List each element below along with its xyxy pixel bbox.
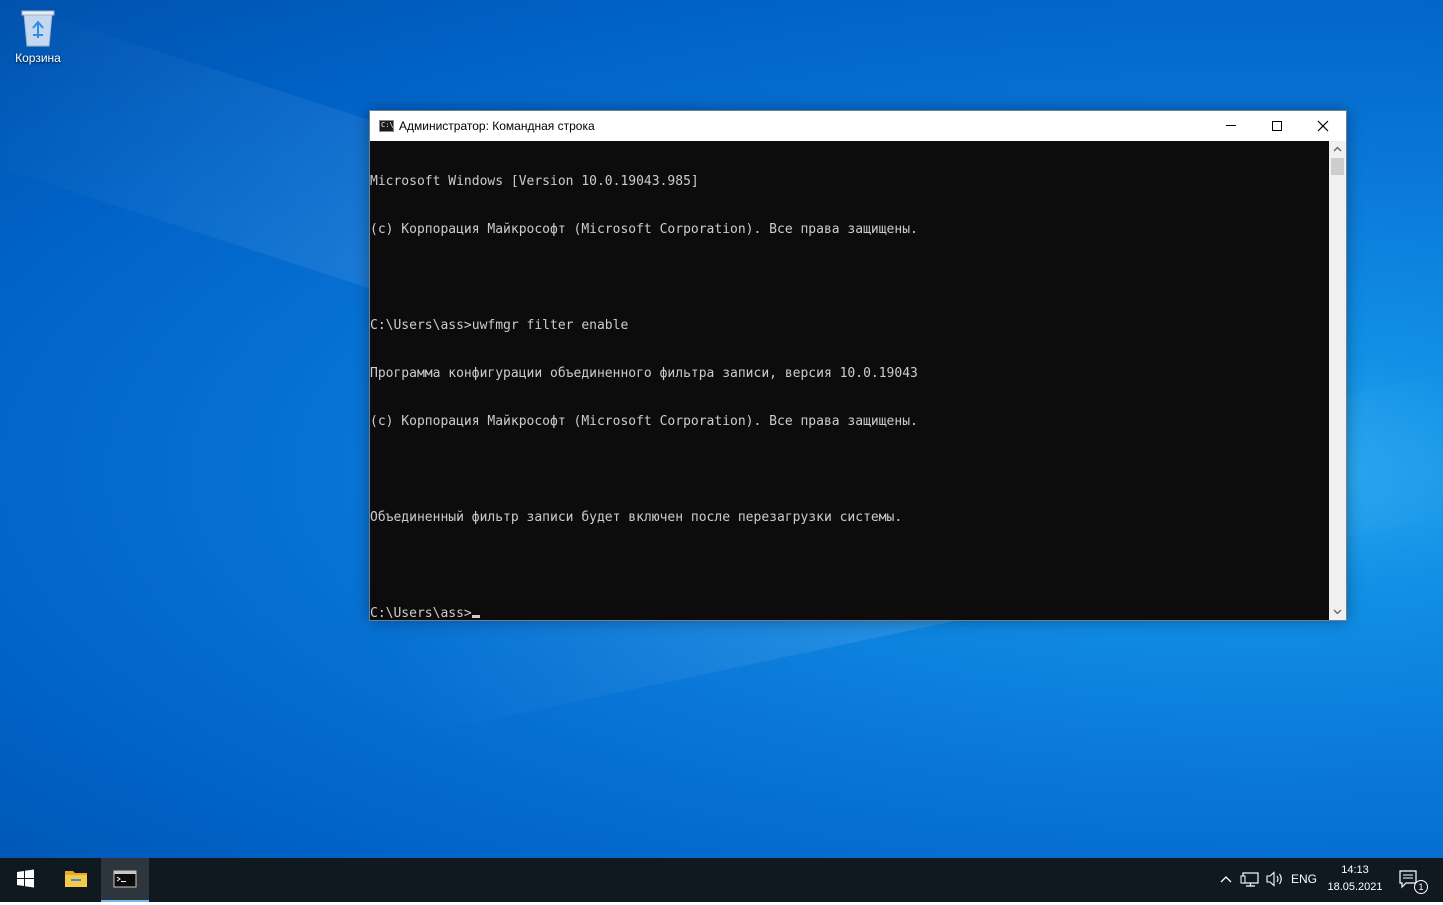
show-hidden-icons-button[interactable] xyxy=(1216,858,1236,900)
chevron-up-icon xyxy=(1220,876,1232,883)
command-prompt-window[interactable]: C:\_ Администратор: Командная строка Mic… xyxy=(369,110,1347,621)
speaker-icon xyxy=(1266,871,1282,887)
close-icon xyxy=(1317,120,1329,132)
clock-date: 18.05.2021 xyxy=(1327,881,1383,893)
chevron-down-icon xyxy=(1333,609,1342,615)
scroll-thumb[interactable] xyxy=(1331,158,1344,175)
close-button[interactable] xyxy=(1300,111,1346,141)
network-icon xyxy=(1240,872,1259,887)
taskbar: ENG 14:13 18.05.2021 1 xyxy=(0,858,1443,902)
scroll-down-button[interactable] xyxy=(1329,603,1346,620)
scroll-up-button[interactable] xyxy=(1329,141,1346,158)
network-button[interactable] xyxy=(1240,858,1262,900)
console-line: (c) Корпорация Майкрософт (Microsoft Cor… xyxy=(370,414,918,429)
taskbar-file-explorer[interactable] xyxy=(52,858,100,900)
input-language-indicator[interactable]: ENG xyxy=(1288,858,1320,900)
minimize-icon xyxy=(1226,125,1236,126)
windows-logo-icon xyxy=(17,869,34,888)
cmd-icon xyxy=(113,870,137,888)
console-line: C:\Users\ass>uwfmgr filter enable xyxy=(370,318,629,333)
console-line: (c) Корпорация Майкрософт (Microsoft Cor… xyxy=(370,222,918,237)
desktop-icon-label: Корзина xyxy=(15,51,61,65)
desktop: Корзина C:\_ Администратор: Командная ст… xyxy=(0,0,1443,858)
window-title: Администратор: Командная строка xyxy=(399,119,595,133)
text-cursor xyxy=(471,615,480,618)
console-line: Программа конфигурации объединенного фил… xyxy=(370,366,918,381)
console-prompt-line[interactable]: C:\Users\ass> xyxy=(370,606,1329,620)
vertical-scrollbar[interactable] xyxy=(1329,141,1346,620)
minimize-button[interactable] xyxy=(1208,111,1254,141)
desktop-icon-recycle-bin[interactable]: Корзина xyxy=(8,6,68,76)
notification-icon xyxy=(1399,870,1417,889)
maximize-icon xyxy=(1272,121,1282,131)
chevron-up-icon xyxy=(1333,146,1342,152)
clock[interactable]: 14:13 18.05.2021 xyxy=(1322,858,1388,900)
volume-button[interactable] xyxy=(1264,858,1286,900)
action-center-button[interactable]: 1 xyxy=(1392,858,1436,900)
window-titlebar[interactable]: C:\_ Администратор: Командная строка xyxy=(370,111,1346,141)
taskbar-command-prompt[interactable] xyxy=(101,858,149,902)
maximize-button[interactable] xyxy=(1254,111,1300,141)
recycle-bin-icon xyxy=(20,8,56,48)
cmd-icon[interactable]: C:\_ xyxy=(379,120,398,132)
clock-time: 14:13 xyxy=(1341,864,1369,876)
console-output[interactable]: Microsoft Windows [Version 10.0.19043.98… xyxy=(370,141,1329,620)
console-prompt: C:\Users\ass> xyxy=(370,606,472,620)
start-button[interactable] xyxy=(0,858,50,900)
folder-icon xyxy=(65,871,87,887)
notification-count-badge: 1 xyxy=(1414,880,1428,894)
console-line: Объединенный фильтр записи будет включен… xyxy=(370,510,903,525)
console-line: Microsoft Windows [Version 10.0.19043.98… xyxy=(370,174,699,189)
